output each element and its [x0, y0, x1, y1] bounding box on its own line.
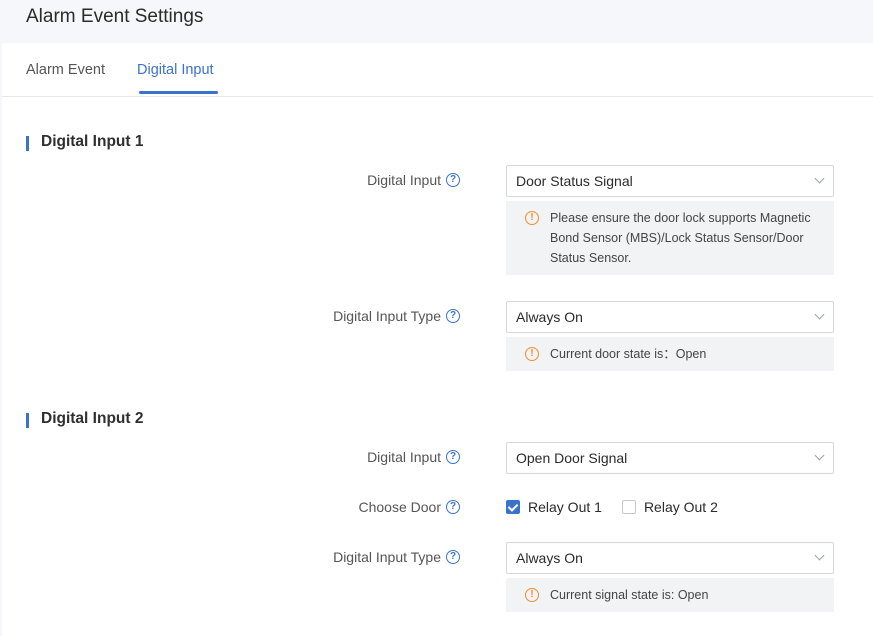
- chevron-down-icon: [814, 550, 825, 561]
- digital-input-1-label-text: Digital Input: [367, 172, 441, 188]
- exclamation-circle-icon: !: [525, 211, 539, 225]
- chevron-down-icon: [814, 173, 825, 184]
- question-circle-icon[interactable]: ?: [446, 550, 460, 564]
- relay-out-2-label[interactable]: Relay Out 2: [644, 499, 718, 515]
- door-state-notice-text: Current door state is：Open: [550, 347, 707, 361]
- digital-input-1-type-select[interactable]: Always On: [506, 301, 834, 333]
- digital-input-2-type-label-text: Digital Input Type: [333, 549, 441, 565]
- question-circle-icon[interactable]: ?: [446, 450, 460, 464]
- question-circle-icon[interactable]: ?: [446, 173, 460, 187]
- page-title: Alarm Event Settings: [26, 6, 204, 27]
- relay-out-1-label[interactable]: Relay Out 1: [528, 499, 602, 515]
- active-tab-indicator: [139, 91, 218, 94]
- chevron-down-icon: [814, 309, 825, 320]
- digital-input-1-notice: ! Please ensure the door lock supports M…: [506, 201, 834, 275]
- signal-state-notice-text: Current signal state is: Open: [550, 588, 709, 602]
- digital-input-1-type-label: Digital Input Type ?: [333, 308, 460, 324]
- tab-alarm-event[interactable]: Alarm Event: [26, 62, 105, 78]
- section-title-digital-input-1: Digital Input 1: [26, 133, 143, 151]
- digital-input-1-select-value: Door Status Signal: [516, 173, 633, 189]
- digital-input-2-type-select[interactable]: Always On: [506, 542, 834, 574]
- digital-input-2-select-value: Open Door Signal: [516, 450, 628, 466]
- digital-input-1-notice-text: Please ensure the door lock supports Mag…: [550, 211, 811, 265]
- question-circle-icon[interactable]: ?: [446, 309, 460, 323]
- tab-bar: Alarm Event Digital Input: [2, 43, 873, 97]
- digital-input-1-select[interactable]: Door Status Signal: [506, 165, 834, 197]
- digital-input-2-label: Digital Input ?: [367, 449, 460, 465]
- digital-input-2-select[interactable]: Open Door Signal: [506, 442, 834, 474]
- door-state-notice: ! Current door state is：Open: [506, 337, 834, 371]
- relay-out-1-checkbox[interactable]: [506, 500, 520, 514]
- relay-out-1-option[interactable]: Relay Out 1: [506, 499, 602, 515]
- digital-input-2-type-label: Digital Input Type ?: [333, 549, 460, 565]
- tab-digital-input[interactable]: Digital Input: [137, 62, 214, 78]
- choose-door-label: Choose Door ?: [358, 499, 460, 515]
- digital-input-1-type-value: Always On: [516, 309, 583, 325]
- digital-input-1-label: Digital Input ?: [367, 172, 460, 188]
- relay-out-2-checkbox[interactable]: [621, 500, 636, 514]
- main-content: Digital Input 1 Digital Input ? Door Sta…: [2, 97, 873, 636]
- choose-door-label-text: Choose Door: [358, 499, 442, 515]
- chevron-down-icon: [814, 450, 825, 461]
- page-header: Alarm Event Settings: [0, 0, 873, 43]
- choose-door-checkbox-group: Relay Out 1 Relay Out 2: [506, 499, 738, 515]
- digital-input-2-label-text: Digital Input: [367, 449, 441, 465]
- digital-input-2-type-value: Always On: [516, 550, 583, 566]
- question-circle-icon[interactable]: ?: [446, 500, 460, 514]
- digital-input-1-type-label-text: Digital Input Type: [333, 308, 441, 324]
- relay-out-2-option[interactable]: Relay Out 2: [621, 499, 718, 515]
- signal-state-notice: ! Current signal state is: Open: [506, 578, 834, 612]
- section-title-digital-input-2: Digital Input 2: [26, 410, 143, 428]
- exclamation-circle-icon: !: [525, 347, 539, 361]
- exclamation-circle-icon: !: [525, 588, 539, 602]
